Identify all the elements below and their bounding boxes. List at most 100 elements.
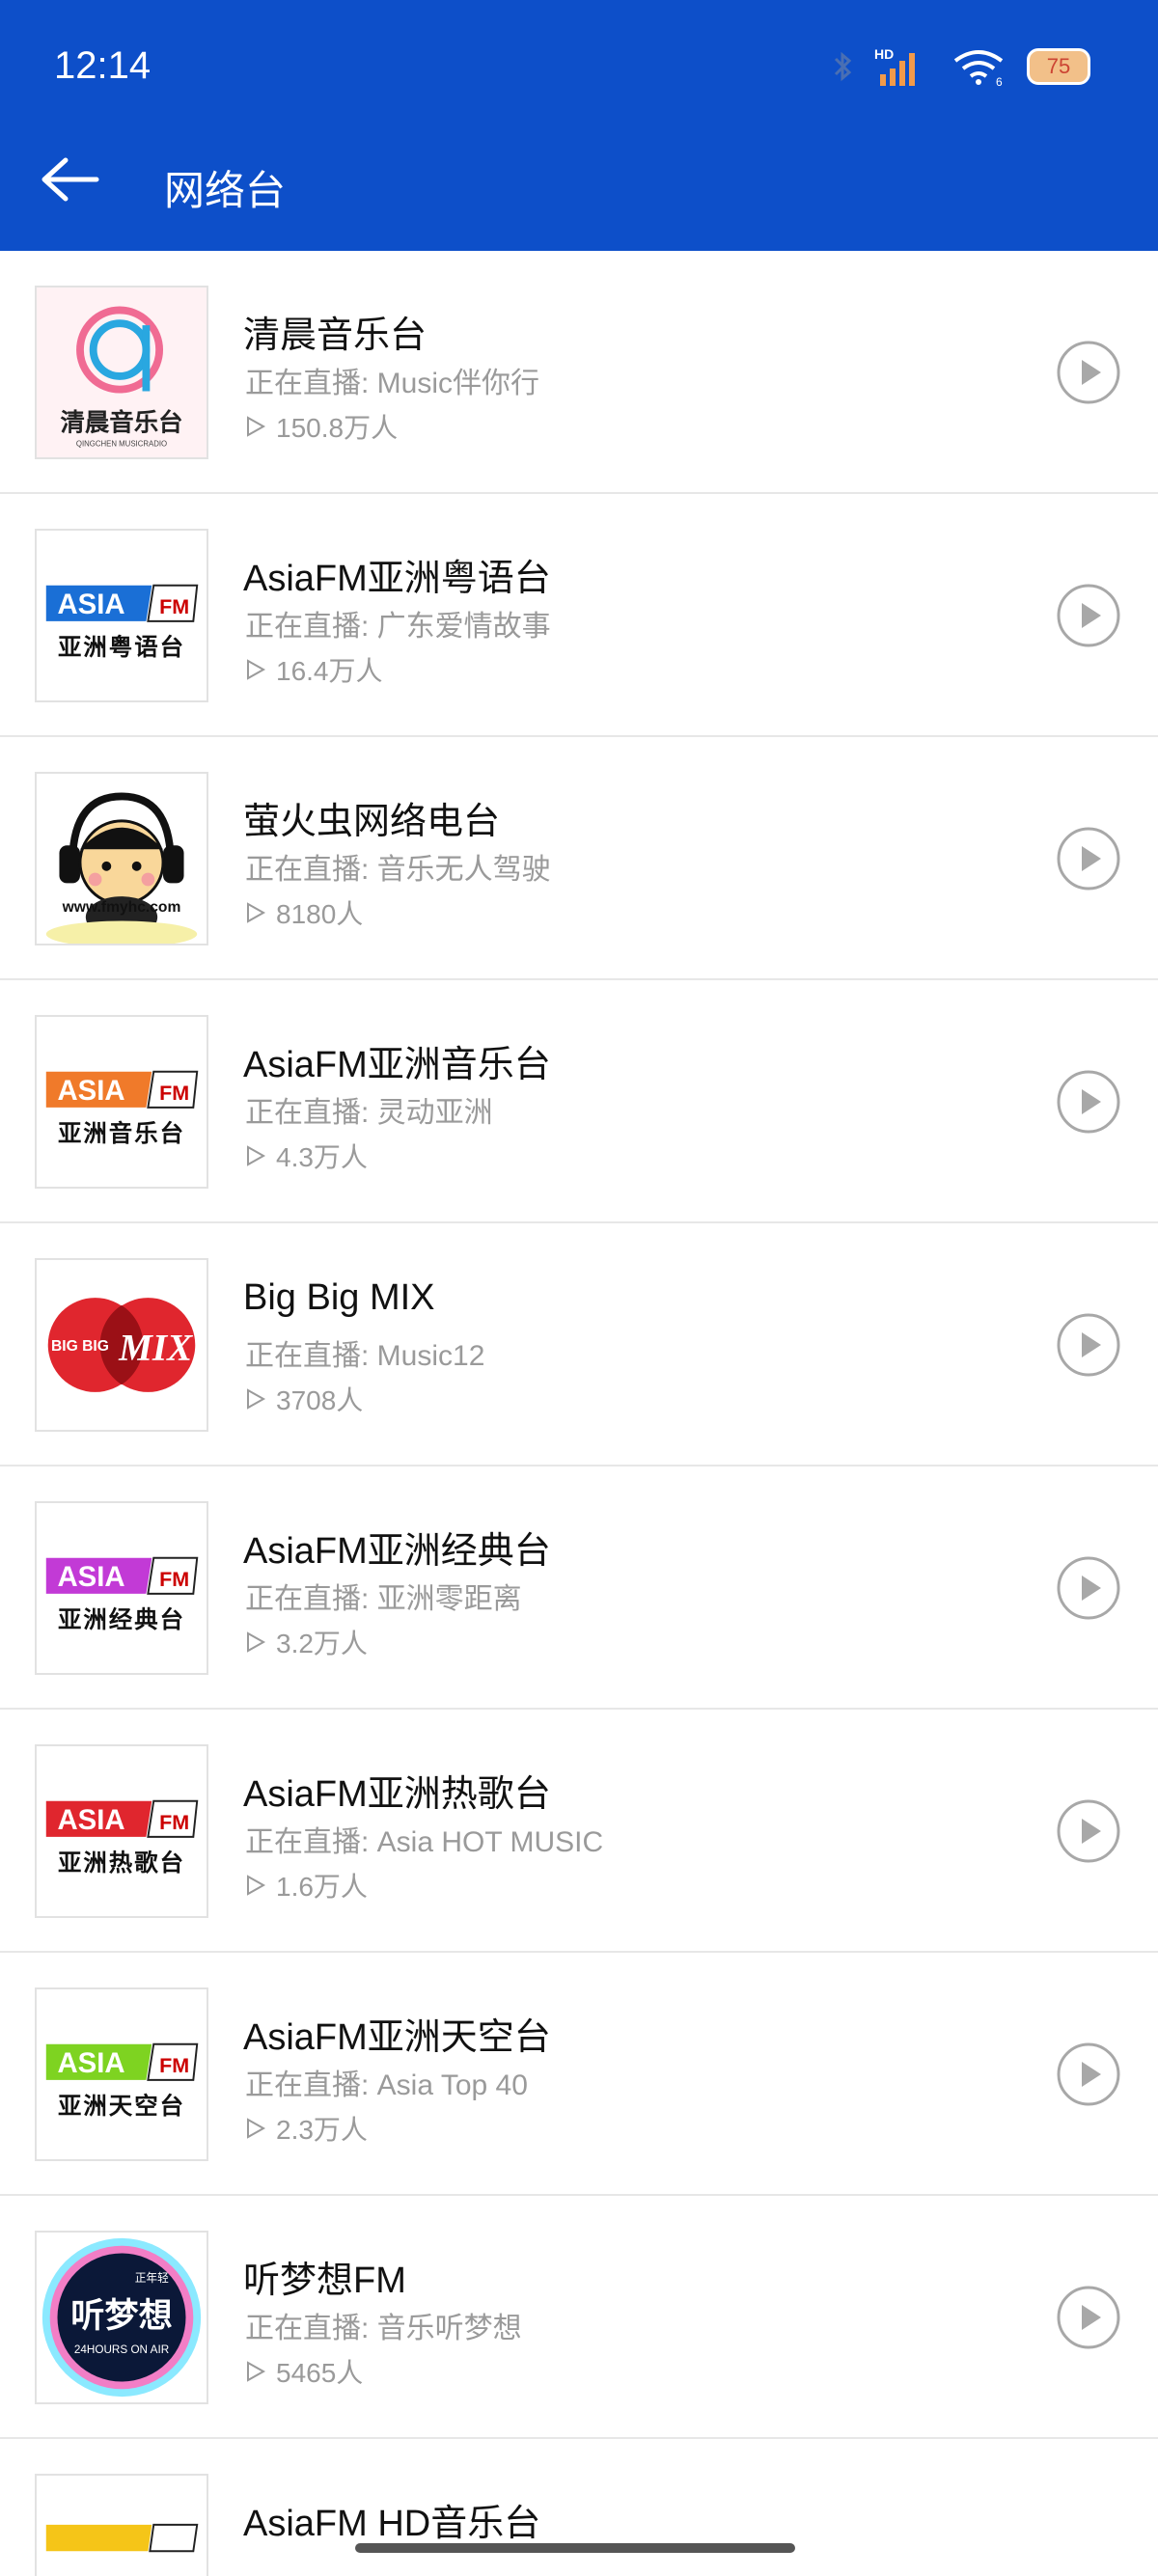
home-indicator[interactable] bbox=[355, 2543, 795, 2553]
station-row[interactable]: ASIA FM 亚洲热歌台 AsiaFM亚洲热歌台正在直播: Asia HOT M… bbox=[0, 1710, 1158, 1953]
listener-count: 3708人 bbox=[245, 1380, 363, 1418]
play-button-icon[interactable] bbox=[1056, 2285, 1121, 2350]
back-arrow-icon[interactable] bbox=[35, 151, 104, 208]
page-title: 网络台 bbox=[164, 168, 287, 213]
play-button-icon[interactable] bbox=[1056, 1312, 1121, 1378]
listener-count: 1.6万人 bbox=[245, 1866, 368, 1905]
play-count-icon bbox=[247, 416, 266, 437]
listener-count: 2.3万人 bbox=[245, 2109, 368, 2148]
svg-text:亚洲粤语台: 亚洲粤语台 bbox=[58, 633, 185, 661]
svg-text:亚洲热歌台: 亚洲热歌台 bbox=[58, 1849, 185, 1877]
listener-count-text: 3.2万人 bbox=[276, 1629, 368, 1658]
svg-text:正年轻: 正年轻 bbox=[135, 2271, 169, 2285]
station-logo: ASIA FM 亚洲经典台 bbox=[35, 1501, 208, 1675]
svg-text:FM: FM bbox=[159, 1082, 189, 1105]
station-logo: ASIA FM 亚洲热歌台 bbox=[35, 1744, 208, 1918]
play-button-icon[interactable] bbox=[1056, 340, 1121, 405]
play-button-icon[interactable] bbox=[1056, 583, 1121, 648]
svg-text:BIG BIG: BIG BIG bbox=[51, 1338, 109, 1355]
svg-text:6: 6 bbox=[996, 75, 1003, 88]
station-name: 清晨音乐台 bbox=[243, 315, 427, 356]
svg-text:ASIA: ASIA bbox=[58, 1804, 125, 1836]
station-name: AsiaFM亚洲热歌台 bbox=[243, 1774, 551, 1815]
station-name: AsiaFM亚洲粤语台 bbox=[243, 559, 551, 599]
now-playing: 正在直播: Music12 bbox=[245, 1340, 485, 1372]
svg-text:QINGCHEN MUSICRADIO: QINGCHEN MUSICRADIO bbox=[76, 439, 167, 448]
play-count-icon bbox=[247, 2361, 266, 2382]
station-list: 清晨音乐台 QINGCHEN MUSICRADIO 清晨音乐台 正在直播: Musi… bbox=[0, 251, 1158, 2576]
play-button-icon[interactable] bbox=[1056, 1798, 1121, 1864]
svg-text:亚洲经典台: 亚洲经典台 bbox=[58, 1605, 185, 1633]
bluetooth-icon bbox=[834, 51, 852, 82]
station-name: Big Big MIX bbox=[243, 1277, 435, 1318]
now-playing: 正在直播: Asia HOT MUSIC bbox=[245, 1826, 604, 1858]
station-logo: 正年轻 听梦想 24HOURS ON AIR bbox=[35, 2231, 208, 2404]
station-row[interactable]: BIG BIG MIX Big Big MIX 正在直播: Music12 3708人 bbox=[0, 1223, 1158, 1466]
now-playing: 正在直播: 广东爱情故事 bbox=[245, 611, 551, 643]
svg-text:ASIA: ASIA bbox=[58, 1075, 125, 1107]
station-logo: www.fmyhc.com bbox=[35, 772, 208, 945]
listener-count: 150.8万人 bbox=[245, 407, 398, 446]
svg-text:清晨音乐台: 清晨音乐台 bbox=[60, 408, 182, 437]
play-button-icon[interactable] bbox=[1056, 1069, 1121, 1135]
station-logo: BIG BIG MIX bbox=[35, 1258, 208, 1432]
svg-text:亚洲音乐台: 亚洲音乐台 bbox=[58, 1119, 185, 1147]
now-playing: 正在直播: 音乐无人驾驶 bbox=[245, 854, 551, 886]
play-count-icon bbox=[247, 1875, 266, 1896]
station-row[interactable]: ASIA FM 亚洲天空台 AsiaFM亚洲天空台 正在直播: Asia Top 4… bbox=[0, 1953, 1158, 2196]
svg-text:FM: FM bbox=[159, 1568, 189, 1591]
svg-text:www.fmyhc.com: www.fmyhc.com bbox=[62, 899, 181, 916]
station-logo: ASIA FM 亚洲天空台 bbox=[35, 1987, 208, 2161]
play-count-icon bbox=[247, 659, 266, 680]
play-button-icon[interactable] bbox=[1056, 826, 1121, 891]
station-row[interactable]: AsiaFM HD音乐台 bbox=[0, 2439, 1158, 2576]
station-logo: ASIA FM 亚洲粤语台 bbox=[35, 529, 208, 702]
listener-count-text: 4.3万人 bbox=[276, 1142, 368, 1172]
now-playing: 正在直播: 灵动亚洲 bbox=[245, 1097, 493, 1129]
listener-count: 8180人 bbox=[245, 893, 363, 932]
station-name: AsiaFM亚洲经典台 bbox=[243, 1531, 551, 1572]
svg-text:亚洲天空台: 亚洲天空台 bbox=[58, 2092, 185, 2120]
play-button-icon[interactable] bbox=[1056, 2042, 1121, 2107]
play-button-icon[interactable] bbox=[1056, 1555, 1121, 1621]
station-row[interactable]: 正年轻 听梦想 24HOURS ON AIR 听梦想FM 正在直播: 音乐听梦想 54… bbox=[0, 2196, 1158, 2439]
now-playing: 正在直播: 音乐听梦想 bbox=[245, 2313, 522, 2344]
listener-count-text: 150.8万人 bbox=[276, 413, 399, 443]
play-count-icon bbox=[247, 1145, 266, 1166]
svg-text:MIX: MIX bbox=[118, 1328, 193, 1369]
svg-text:ASIA: ASIA bbox=[58, 589, 125, 620]
listener-count: 3.2万人 bbox=[245, 1623, 368, 1661]
battery-indicator: 75 bbox=[1027, 48, 1090, 85]
listener-count-text: 2.3万人 bbox=[276, 2115, 368, 2145]
svg-text:ASIA: ASIA bbox=[58, 2047, 125, 2079]
status-time: 12:14 bbox=[54, 44, 152, 87]
svg-text:24HOURS ON AIR: 24HOURS ON AIR bbox=[74, 2343, 169, 2356]
status-icons: HD 6 75 bbox=[832, 42, 1090, 91]
listener-count-text: 16.4万人 bbox=[276, 656, 383, 686]
station-name: AsiaFM亚洲音乐台 bbox=[243, 1045, 551, 1085]
now-playing: 正在直播: Music伴你行 bbox=[245, 368, 540, 399]
now-playing: 正在直播: 亚洲零距离 bbox=[245, 1583, 522, 1615]
play-count-icon bbox=[247, 902, 266, 923]
station-logo: ASIA FM 亚洲音乐台 bbox=[35, 1015, 208, 1189]
listener-count: 4.3万人 bbox=[245, 1137, 368, 1175]
svg-text:FM: FM bbox=[159, 595, 189, 618]
listener-count-text: 8180人 bbox=[276, 899, 364, 929]
station-row[interactable]: ASIA FM 亚洲粤语台 AsiaFM亚洲粤语台正在直播: 广东爱情故事 16.4… bbox=[0, 494, 1158, 737]
play-count-icon bbox=[247, 2118, 266, 2139]
svg-text:HD: HD bbox=[874, 46, 894, 62]
station-logo bbox=[35, 2474, 208, 2576]
station-name: AsiaFM亚洲天空台 bbox=[243, 2017, 551, 2058]
cellular-signal-icon: HD bbox=[874, 46, 915, 86]
station-row[interactable]: www.fmyhc.com 萤火虫网络电台 正在直播: 音乐无人驾驶 8180人 bbox=[0, 737, 1158, 980]
listener-count-text: 3708人 bbox=[276, 1385, 364, 1415]
listener-count-text: 5465人 bbox=[276, 2358, 364, 2388]
station-row[interactable]: 清晨音乐台 QINGCHEN MUSICRADIO 清晨音乐台 正在直播: Musi… bbox=[0, 251, 1158, 494]
top-bar: 12:14 HD 6 75 网络台 bbox=[0, 0, 1158, 251]
svg-text:听梦想: 听梦想 bbox=[70, 2296, 173, 2336]
wifi-icon: 6 bbox=[953, 50, 1004, 88]
station-row[interactable]: ASIA FM 亚洲经典台 AsiaFM亚洲经典台正在直播: 亚洲零距离 3.2万人 bbox=[0, 1466, 1158, 1710]
station-row[interactable]: ASIA FM 亚洲音乐台 AsiaFM亚洲音乐台正在直播: 灵动亚洲 4.3万人 bbox=[0, 980, 1158, 1223]
listener-count: 16.4万人 bbox=[245, 650, 383, 689]
listener-count: 5465人 bbox=[245, 2352, 363, 2391]
